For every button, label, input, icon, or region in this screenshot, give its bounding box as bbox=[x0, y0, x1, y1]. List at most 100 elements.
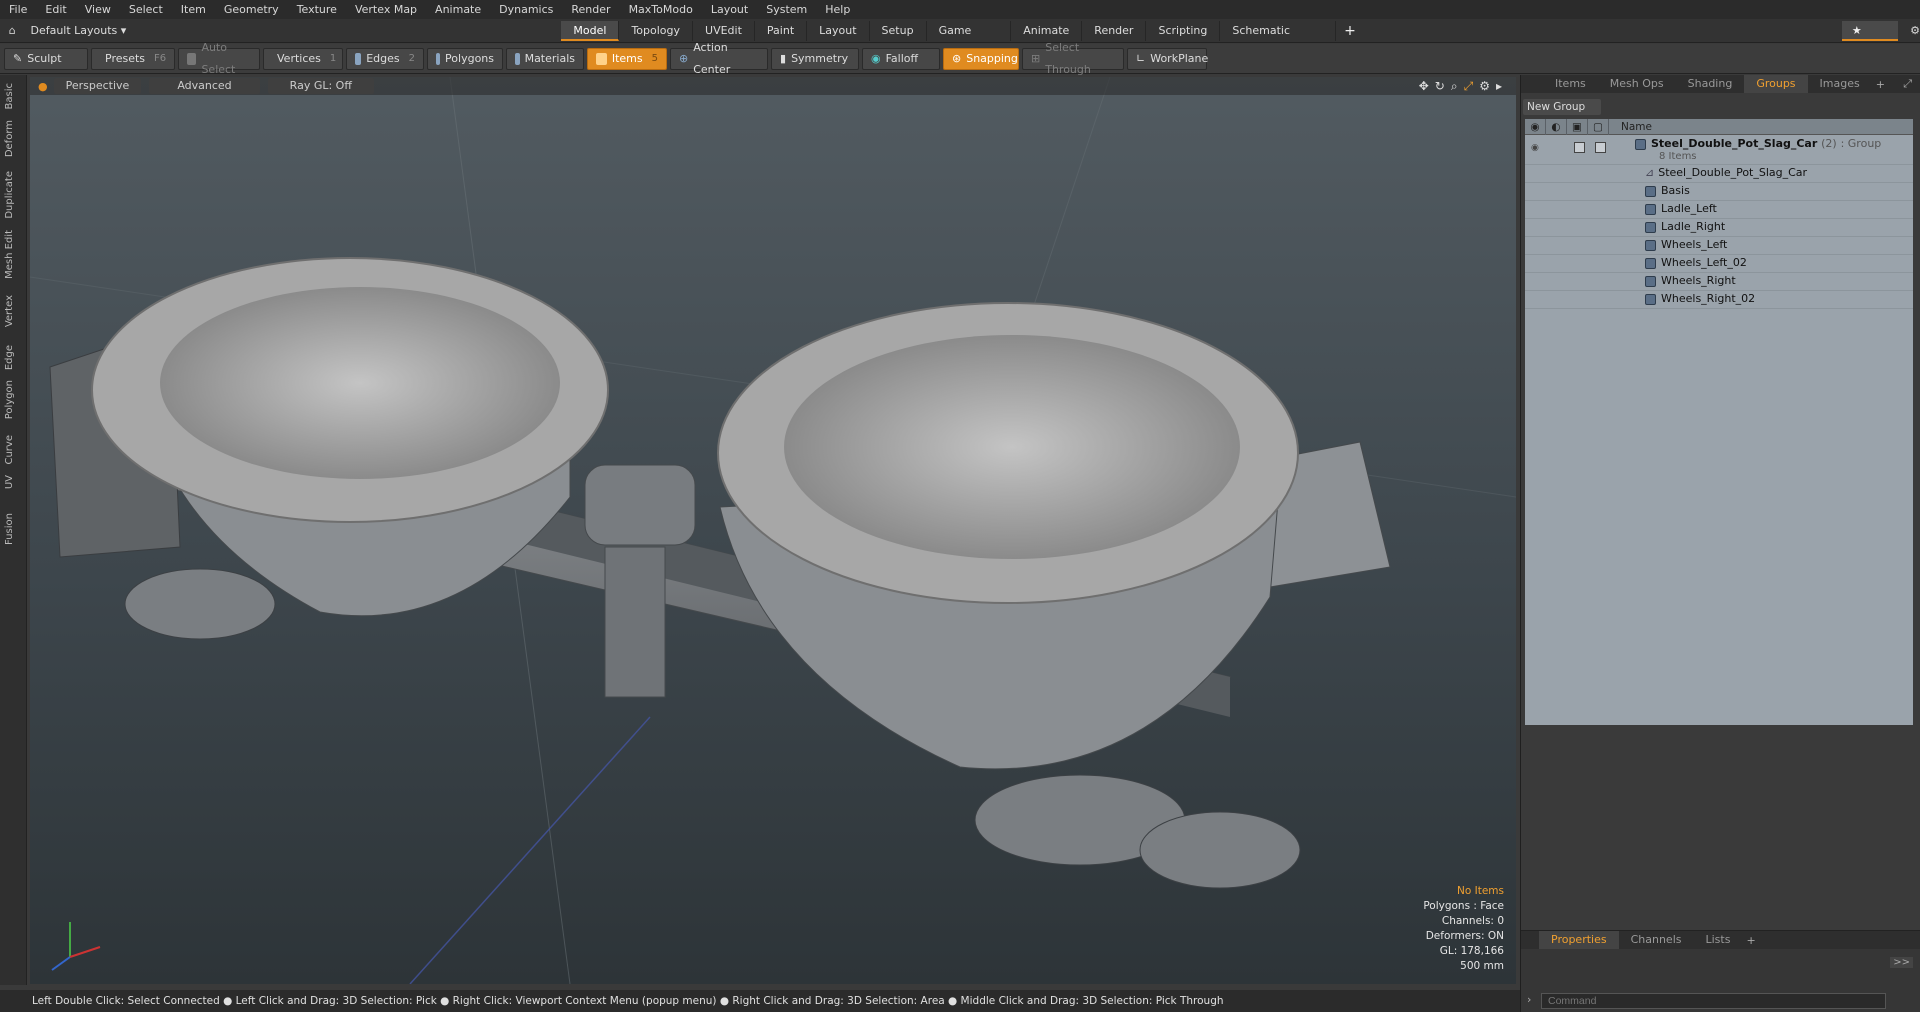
vtab-curve[interactable]: Curve bbox=[4, 435, 22, 465]
tab-setup[interactable]: Setup bbox=[870, 20, 927, 41]
properties-panel: Properties Channels Lists + >> › bbox=[1521, 930, 1920, 1012]
expand-icon[interactable]: >> bbox=[1890, 957, 1913, 968]
render-col-icon[interactable]: ◐ bbox=[1546, 118, 1567, 135]
list-item[interactable]: Wheels_Left bbox=[1525, 237, 1913, 255]
maximize-icon[interactable]: ⤢ bbox=[1464, 79, 1474, 94]
tab-layout[interactable]: Layout bbox=[807, 20, 870, 41]
menu-render[interactable]: Render bbox=[562, 0, 619, 19]
select-through-button[interactable]: ⊞ Select Through bbox=[1022, 41, 1124, 76]
viewport-menu-dot[interactable]: ● bbox=[38, 80, 48, 93]
menu-maxtomodo[interactable]: MaxToModo bbox=[620, 0, 702, 19]
menu-view[interactable]: View bbox=[76, 0, 120, 19]
viewport-nav-icons: ✥ ↻ ⌕ ⤢ ⚙ ▸ bbox=[1419, 79, 1502, 94]
viewport-gear-icon[interactable]: ⚙ bbox=[1479, 79, 1490, 94]
gear-icon[interactable]: ⚙ bbox=[1910, 24, 1920, 37]
advanced-dropdown[interactable]: Advanced bbox=[149, 78, 260, 94]
vtab-edge[interactable]: Edge bbox=[4, 345, 22, 370]
tab-mesh-ops[interactable]: Mesh Ops bbox=[1598, 75, 1676, 93]
menu-vertex-map[interactable]: Vertex Map bbox=[346, 0, 426, 19]
add-tab-icon[interactable]: + bbox=[1336, 23, 1364, 39]
items-button[interactable]: Items 5 bbox=[587, 47, 667, 70]
menu-dynamics[interactable]: Dynamics bbox=[490, 0, 562, 19]
tab-game-tools[interactable]: Game Tools bbox=[927, 20, 1012, 57]
3d-viewport[interactable]: ● Perspective Advanced Ray GL: Off ✥ ↻ ⌕… bbox=[30, 77, 1516, 984]
vtab-uv[interactable]: UV bbox=[4, 475, 22, 489]
layout-icon[interactable]: ⌂ bbox=[0, 24, 24, 37]
menu-help[interactable]: Help bbox=[816, 0, 859, 19]
tab-shading[interactable]: Shading bbox=[1676, 75, 1745, 93]
vtab-vertex[interactable]: Vertex bbox=[4, 295, 22, 327]
raygl-toggle[interactable]: Ray GL: Off bbox=[267, 78, 374, 94]
menu-animate[interactable]: Animate bbox=[426, 0, 490, 19]
polygons-button[interactable]: Polygons bbox=[427, 47, 503, 70]
new-group-button[interactable]: New Group bbox=[1523, 99, 1601, 115]
tab-images[interactable]: Images bbox=[1808, 75, 1872, 93]
perspective-dropdown[interactable]: Perspective bbox=[53, 78, 142, 94]
vtab-duplicate[interactable]: Duplicate bbox=[4, 171, 22, 219]
snapping-button[interactable]: ⊛ Snapping bbox=[943, 47, 1019, 70]
zoom-icon[interactable]: ⌕ bbox=[1451, 79, 1458, 94]
list-item[interactable]: ⊿ Steel_Double_Pot_Slag_Car bbox=[1525, 165, 1913, 183]
layout-dropdown[interactable]: Default Layouts ▾ bbox=[24, 24, 561, 37]
name-column-header[interactable]: Name bbox=[1609, 121, 1652, 133]
list-item[interactable]: Wheels_Right_02 bbox=[1525, 291, 1913, 309]
auto-select-button[interactable]: Auto Select bbox=[178, 41, 260, 76]
tab-paint[interactable]: Paint bbox=[755, 20, 808, 41]
tab-items[interactable]: Items bbox=[1543, 75, 1598, 93]
expand-panel-icon[interactable]: ⤢ bbox=[1903, 77, 1912, 91]
tab-properties[interactable]: Properties bbox=[1539, 931, 1619, 949]
menu-texture[interactable]: Texture bbox=[288, 0, 346, 19]
play-icon[interactable]: ▸ bbox=[1496, 79, 1502, 94]
mesh-item-icon bbox=[1645, 239, 1656, 251]
menu-select[interactable]: Select bbox=[120, 0, 172, 19]
select-col-icon[interactable]: ▢ bbox=[1588, 118, 1609, 135]
viewport-header: ● Perspective Advanced Ray GL: Off bbox=[30, 77, 1516, 95]
command-input[interactable] bbox=[1541, 993, 1886, 1009]
visibility-eye-icon[interactable]: ◉ bbox=[1531, 143, 1539, 153]
list-item[interactable]: Ladle_Right bbox=[1525, 219, 1913, 237]
presets-button[interactable]: Presets F6 bbox=[91, 47, 175, 70]
lock-col-icon[interactable]: ▣ bbox=[1567, 118, 1588, 135]
vtab-deform[interactable]: Deform bbox=[4, 120, 22, 157]
move-view-icon[interactable]: ✥ bbox=[1419, 79, 1429, 94]
materials-button[interactable]: Materials bbox=[506, 47, 584, 70]
menu-geometry[interactable]: Geometry bbox=[215, 0, 288, 19]
tab-schematic-fusion[interactable]: Schematic Fusion bbox=[1220, 20, 1337, 57]
tab-lists[interactable]: Lists bbox=[1694, 931, 1743, 949]
add-tab-icon[interactable]: + bbox=[1742, 934, 1755, 947]
vertices-button[interactable]: Vertices 1 bbox=[263, 47, 343, 70]
tab-topology[interactable]: Topology bbox=[619, 20, 694, 41]
menu-system[interactable]: System bbox=[757, 0, 816, 19]
edges-button[interactable]: Edges 2 bbox=[346, 47, 424, 70]
falloff-button[interactable]: ◉ Falloff bbox=[862, 47, 940, 70]
row-checkbox-2[interactable] bbox=[1595, 142, 1606, 153]
vtab-basic[interactable]: Basic bbox=[4, 83, 22, 109]
add-tab-icon[interactable]: + bbox=[1872, 78, 1885, 91]
row-checkbox[interactable] bbox=[1574, 142, 1585, 153]
tab-scripting[interactable]: Scripting bbox=[1146, 20, 1221, 41]
list-item[interactable]: Ladle_Left bbox=[1525, 201, 1913, 219]
menu-item[interactable]: Item bbox=[172, 0, 215, 19]
vtab-polygon[interactable]: Polygon bbox=[4, 380, 22, 419]
symmetry-button[interactable]: ▮ Symmetry bbox=[771, 47, 859, 70]
group-row[interactable]: ◉ Steel_Double_Pot_Slag_Car (2) : Group … bbox=[1525, 135, 1913, 165]
list-item[interactable]: Basis bbox=[1525, 183, 1913, 201]
tab-model[interactable]: Model bbox=[561, 20, 620, 41]
list-item[interactable]: Wheels_Right bbox=[1525, 273, 1913, 291]
mesh-item-icon bbox=[1645, 185, 1656, 197]
rotate-view-icon[interactable]: ↻ bbox=[1435, 79, 1445, 94]
list-item[interactable]: Wheels_Left_02 bbox=[1525, 255, 1913, 273]
vtab-fusion[interactable]: Fusion bbox=[4, 513, 22, 545]
menu-edit[interactable]: Edit bbox=[36, 0, 75, 19]
polygons-icon bbox=[436, 52, 441, 65]
workplane-button[interactable]: ∟ WorkPlane bbox=[1127, 47, 1208, 70]
menu-layout[interactable]: Layout bbox=[702, 0, 757, 19]
tab-channels[interactable]: Channels bbox=[1619, 931, 1694, 949]
action-center-button[interactable]: ⊕ Action Center bbox=[670, 41, 768, 76]
vtab-mesh-edit[interactable]: Mesh Edit bbox=[4, 230, 22, 279]
visibility-col-icon[interactable]: ◉ bbox=[1525, 118, 1546, 135]
menu-file[interactable]: File bbox=[0, 0, 36, 19]
sculpt-button[interactable]: ✎ Sculpt bbox=[4, 47, 88, 70]
tab-groups[interactable]: Groups bbox=[1744, 75, 1808, 93]
only-toggle[interactable]: ★ Only bbox=[1841, 20, 1899, 57]
